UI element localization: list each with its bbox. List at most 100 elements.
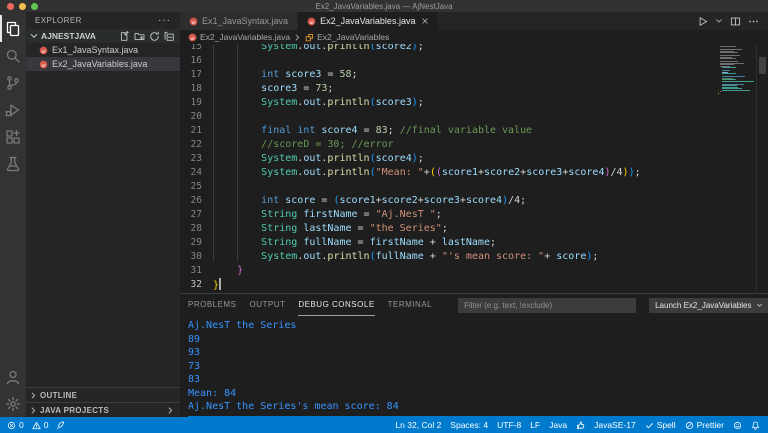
status-label: 0 [19, 420, 24, 430]
status-errors[interactable]: 0 [7, 420, 24, 430]
gear-icon [5, 396, 21, 412]
code-line: 23 System.out.println(score4); [180, 152, 768, 166]
activity-search[interactable] [0, 42, 26, 69]
slash-circle-icon [685, 421, 694, 430]
code-line: 26 int score = (score1+score2+score3+sco… [180, 194, 768, 208]
section-label: OUTLINE [40, 391, 77, 400]
activity-explorer[interactable] [0, 15, 26, 42]
launch-configuration-label: Launch Ex2_JavaVariables [655, 301, 751, 310]
editor-tab[interactable]: Ex1_JavaSyntax.java [180, 12, 298, 30]
activity-source-control[interactable] [0, 69, 26, 96]
line-content [202, 180, 213, 194]
breadcrumb-item[interactable]: Ex2_JavaVariables.java [200, 32, 290, 42]
status-encoding[interactable]: UTF-8 [497, 420, 521, 430]
chevron-right-icon[interactable] [166, 406, 175, 415]
collapse-folders-button[interactable] [164, 31, 175, 42]
activity-bar-bottom [0, 363, 26, 417]
console-filter-input[interactable] [458, 298, 636, 313]
file-row[interactable]: Ex2_JavaVariables.java [26, 57, 180, 71]
new-folder-button[interactable] [134, 31, 145, 42]
status-feedback[interactable] [733, 421, 742, 430]
status-java-runtime[interactable]: JavaSE-17 [594, 420, 636, 430]
status-java-language-status[interactable] [576, 421, 585, 430]
breadcrumb-item[interactable]: Ex2_JavaVariables [317, 32, 389, 42]
activity-extensions[interactable] [0, 123, 26, 150]
refresh-explorer-button[interactable] [149, 31, 160, 42]
file-name: Ex2_JavaVariables.java [52, 59, 147, 69]
breadcrumb[interactable]: Ex2_JavaVariables.java Ex2_JavaVariables [180, 30, 768, 44]
workspace-folder-row[interactable]: AJNESTJAVA [26, 29, 180, 43]
status-java-status[interactable] [56, 421, 65, 430]
code-line: 25 [180, 180, 768, 194]
sidebar-section-java-projects[interactable]: JAVA PROJECTS [26, 402, 180, 417]
chevron-right-icon [293, 33, 302, 42]
line-number: 23 [180, 152, 202, 166]
line-number: 22 [180, 138, 202, 152]
editor-tabs: Ex1_JavaSyntax.javaEx2_JavaVariables.jav… [180, 12, 439, 30]
chevron-down-icon [756, 302, 763, 309]
run-java-button[interactable] [697, 16, 708, 27]
debug-console-output[interactable]: Aj.NesT the Series89937383Mean: 84Aj.Nes… [180, 316, 768, 417]
indent-guide [237, 44, 238, 262]
console-line: 83 [188, 373, 768, 387]
line-content: System.out.println("Mean: "+((score1+sco… [202, 166, 641, 180]
line-content: String fullName = firstName + lastName; [202, 236, 496, 250]
explorer-header: EXPLORER ··· [26, 12, 180, 29]
sidebar-spacer [26, 71, 180, 387]
explorer-more-actions-button[interactable]: ··· [158, 15, 171, 26]
java-file-icon [189, 17, 198, 26]
workspace-folder-label: AJNESTJAVA [41, 31, 96, 41]
line-content: System.out.println(score4); [202, 152, 424, 166]
warning-icon [32, 421, 41, 430]
activity-settings[interactable] [0, 390, 26, 417]
status-label: Spaces: 4 [450, 420, 488, 430]
sidebar-section-outline[interactable]: OUTLINE [26, 387, 180, 402]
line-number: 24 [180, 166, 202, 180]
file-row[interactable]: Ex1_JavaSyntax.java [26, 43, 180, 57]
minimap[interactable] [716, 46, 754, 94]
panel-tab-terminal[interactable]: TERMINAL [388, 294, 432, 316]
status-label: JavaSE-17 [594, 420, 636, 430]
status-cursor-position[interactable]: Ln 32, Col 2 [395, 420, 441, 430]
panel-tab-debug-console[interactable]: DEBUG CONSOLE [298, 294, 374, 316]
launch-configuration-dropdown[interactable]: Launch Ex2_JavaVariables [649, 298, 768, 313]
status-warnings[interactable]: 0 [32, 420, 49, 430]
activity-accounts[interactable] [0, 363, 26, 390]
run-dropdown-button[interactable] [715, 17, 723, 25]
line-number: 32 [180, 278, 202, 292]
split-editor-button[interactable] [730, 16, 741, 27]
activity-run-and-debug[interactable] [0, 96, 26, 123]
status-label: 0 [44, 420, 49, 430]
line-content: String lastName = "the Series"; [202, 222, 448, 236]
line-number: 21 [180, 124, 202, 138]
new-file-button[interactable] [119, 31, 130, 42]
more-actions-button[interactable] [748, 16, 759, 27]
status-end-of-line[interactable]: LF [530, 420, 540, 430]
status-language-mode[interactable]: Java [549, 420, 567, 430]
code-lines: 15 System.out.println(score2);1617 int s… [180, 44, 768, 292]
status-indentation[interactable]: Spaces: 4 [450, 420, 488, 430]
line-number: 19 [180, 96, 202, 110]
bell-icon [751, 421, 760, 430]
status-prettier[interactable]: Prettier [685, 420, 724, 430]
line-content: } [202, 278, 221, 292]
line-number: 29 [180, 236, 202, 250]
code-editor[interactable]: 15 System.out.println(score2);1617 int s… [180, 44, 768, 293]
line-content: } [202, 264, 243, 278]
editor-scrollbar[interactable] [759, 57, 766, 74]
java-file-icon [188, 33, 197, 42]
panel-tab-problems[interactable]: PROBLEMS [188, 294, 236, 316]
activity-testing[interactable] [0, 150, 26, 177]
line-number: 25 [180, 180, 202, 194]
symbol-class-icon [305, 33, 314, 42]
panel-tab-output[interactable]: OUTPUT [249, 294, 285, 316]
source-control-icon [5, 75, 21, 91]
code-line: 31 } [180, 264, 768, 278]
status-bar-right: Ln 32, Col 2 Spaces: 4 UTF-8 LF Java JavaSE-1… [395, 420, 768, 430]
tab-close-icon[interactable] [421, 17, 429, 25]
status-label: UTF-8 [497, 420, 521, 430]
debug-console-input-divider [188, 416, 768, 417]
status-spell-checker[interactable]: Spell [645, 420, 676, 430]
editor-tab[interactable]: Ex2_JavaVariables.java [298, 12, 439, 30]
status-notifications[interactable] [751, 421, 760, 430]
